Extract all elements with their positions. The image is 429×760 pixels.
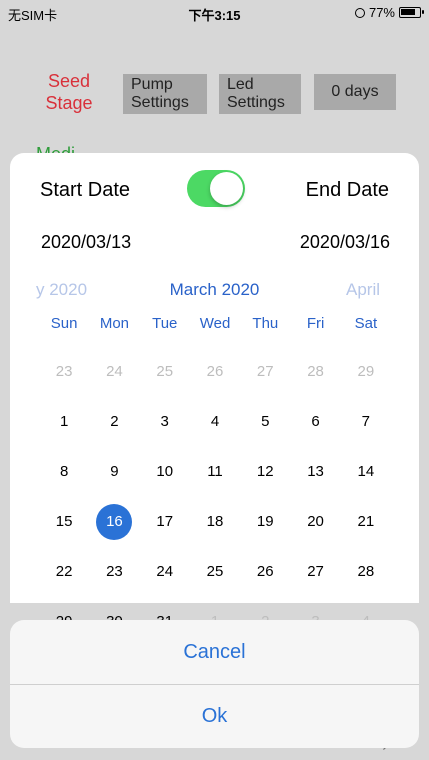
- calendar-day[interactable]: 23: [89, 554, 139, 590]
- rotation-lock-icon: [354, 7, 365, 18]
- calendar-week: 1 2 3 4 5 6 7: [39, 397, 391, 447]
- calendar-day[interactable]: 18: [190, 504, 240, 540]
- weekday-sun: Sun: [50, 315, 78, 332]
- toggle-knob: [210, 172, 243, 205]
- cancel-button[interactable]: Cancel: [10, 620, 419, 684]
- led-settings-button[interactable]: Led Settings: [219, 74, 301, 114]
- calendar-week: 23 24 25 26 27 28 29: [39, 347, 391, 397]
- weekday-wed: Wed: [199, 315, 231, 332]
- calendar-day[interactable]: 21: [341, 504, 391, 540]
- ok-button[interactable]: Ok: [10, 684, 419, 748]
- weekday-header: Sun Mon Tue Wed Thu Fri Sat: [39, 315, 391, 332]
- calendar-day[interactable]: 1: [39, 404, 89, 440]
- date-picker-sheet: Start Date End Date 2020/03/13 2020/03/1…: [10, 153, 419, 630]
- action-group: Cancel Ok: [10, 620, 419, 748]
- calendar-day[interactable]: 11: [190, 454, 240, 490]
- calendar-day[interactable]: 12: [240, 454, 290, 490]
- calendar-day[interactable]: 7: [341, 404, 391, 440]
- calendar-day[interactable]: 23: [39, 354, 89, 390]
- next-month-label[interactable]: April: [346, 280, 380, 300]
- calendar-day[interactable]: 24: [89, 354, 139, 390]
- calendar-day[interactable]: 6: [290, 404, 340, 440]
- stage-label: Seed Stage: [45, 71, 93, 113]
- calendar-day[interactable]: 26: [240, 554, 290, 590]
- calendar-day[interactable]: 25: [140, 354, 190, 390]
- weekday-tue: Tue: [152, 315, 178, 332]
- calendar-day[interactable]: 15: [39, 504, 89, 540]
- calendar-day[interactable]: 24: [140, 554, 190, 590]
- calendar-day[interactable]: 28: [341, 554, 391, 590]
- calendar-week: 15 16 17 18 19 20 21: [39, 497, 391, 547]
- calendar-day[interactable]: 20: [290, 504, 340, 540]
- calendar-day[interactable]: 14: [341, 454, 391, 490]
- pump-settings-button[interactable]: Pump Settings: [123, 74, 207, 114]
- calendar-day[interactable]: 26: [190, 354, 240, 390]
- weekday-thu: Thu: [252, 315, 279, 332]
- weekday-sat: Sat: [354, 315, 378, 332]
- calendar-day[interactable]: 22: [39, 554, 89, 590]
- weekday-fri: Fri: [306, 315, 325, 332]
- calendar-day[interactable]: 27: [290, 554, 340, 590]
- calendar-day[interactable]: 5: [240, 404, 290, 440]
- calendar-day[interactable]: 17: [140, 504, 190, 540]
- end-date-label: End Date: [305, 179, 389, 201]
- status-right: 77%: [354, 5, 424, 20]
- calendar-day[interactable]: 27: [240, 354, 290, 390]
- battery-icon: [399, 7, 424, 18]
- calendar-day-selected[interactable]: 16: [89, 504, 139, 540]
- date-mode-toggle[interactable]: [187, 170, 245, 207]
- calendar-day[interactable]: 4: [190, 404, 240, 440]
- end-date-value[interactable]: 2020/03/16: [300, 232, 390, 253]
- battery-percent: 77%: [368, 5, 395, 20]
- start-date-value[interactable]: 2020/03/13: [41, 232, 131, 253]
- calendar-day[interactable]: 28: [290, 354, 340, 390]
- calendar-day[interactable]: 25: [190, 554, 240, 590]
- calendar-day[interactable]: 29: [341, 354, 391, 390]
- status-bar: 无SIM卡 下午3:15 77%: [0, 0, 429, 26]
- calendar-day[interactable]: 3: [140, 404, 190, 440]
- calendar-day[interactable]: 10: [140, 454, 190, 490]
- start-date-label: Start Date: [40, 179, 131, 201]
- weekday-mon: Mon: [99, 315, 130, 332]
- days-counter-button[interactable]: 0 days: [314, 74, 396, 110]
- calendar-grid: 23 24 25 26 27 28 29 1 2 3 4 5 6 7 8 9 1…: [39, 347, 391, 647]
- calendar-week: 22 23 24 25 26 27 28: [39, 547, 391, 597]
- calendar-day[interactable]: 19: [240, 504, 290, 540]
- calendar-day[interactable]: 8: [39, 454, 89, 490]
- calendar-day[interactable]: 9: [89, 454, 139, 490]
- calendar-week: 8 9 10 11 12 13 14: [39, 447, 391, 497]
- calendar-day[interactable]: 13: [290, 454, 340, 490]
- calendar-day[interactable]: 2: [89, 404, 139, 440]
